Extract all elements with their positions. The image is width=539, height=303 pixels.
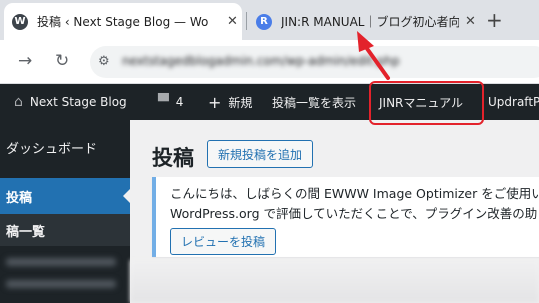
annotation-arrow-icon (357, 31, 390, 80)
